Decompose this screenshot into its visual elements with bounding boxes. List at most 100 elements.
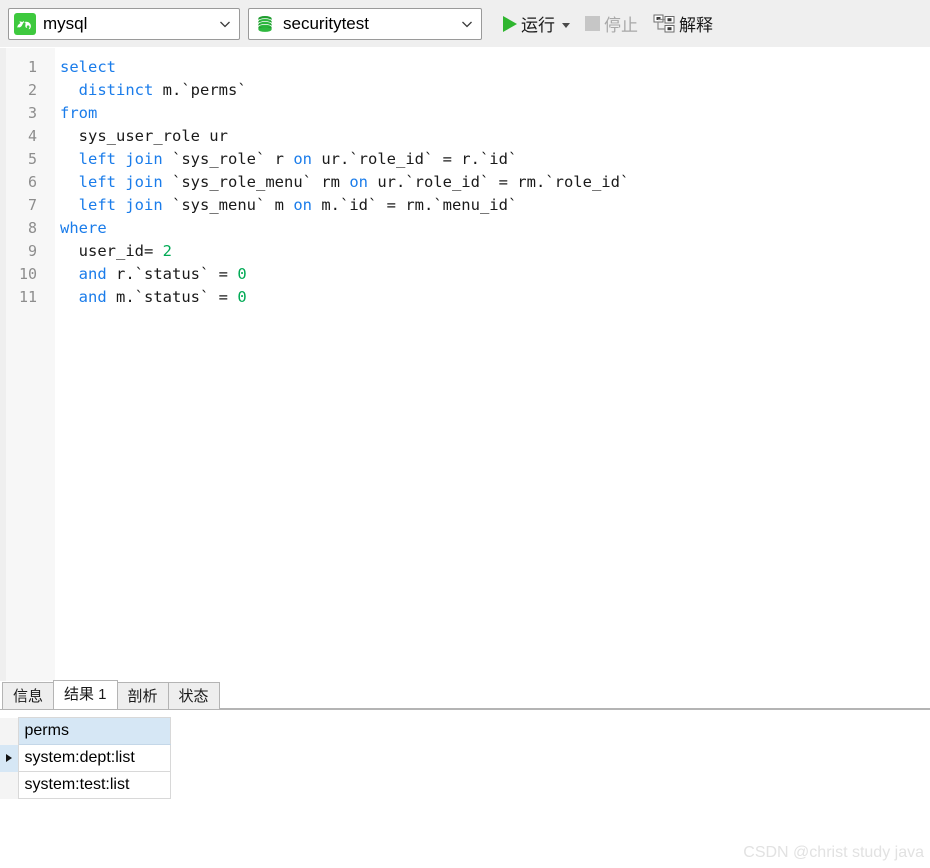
line-text: distinct m.`perms` [46, 79, 247, 102]
code-line[interactable]: 6 left join `sys_role_menu` rm on ur.`ro… [0, 171, 930, 194]
line-number: 8 [27, 219, 37, 237]
toolbar-actions: 运行 停止 解释 [496, 7, 716, 41]
code-token: where [60, 219, 107, 237]
current-row-arrow-icon [5, 754, 12, 762]
code-token: user_id= [60, 242, 163, 260]
line-text: from [46, 102, 97, 125]
code-token: left join [78, 196, 163, 214]
line-number: 11 [18, 288, 37, 306]
watermark-text: CSDN @christ study java [743, 844, 924, 861]
table-row[interactable]: system:test:list [0, 771, 171, 799]
grid-corner-cell [0, 717, 19, 745]
results-tab[interactable]: 状态 [167, 682, 220, 709]
connection-selector[interactable]: mysql [8, 7, 240, 40]
stop-button: 停止 [573, 7, 641, 41]
code-token: `sys_role_menu` rm [162, 173, 350, 191]
chevron-down-icon[interactable] [213, 17, 237, 31]
grid-header-row: perms [0, 717, 171, 745]
database-name: securitytest [283, 13, 369, 33]
results-tab[interactable]: 剖析 [116, 682, 169, 709]
line-number: 10 [18, 265, 37, 283]
code-token: 0 [237, 265, 247, 283]
line-text: select [46, 56, 116, 79]
results-tab[interactable]: 信息 [2, 682, 55, 709]
tabstrip-filler [218, 681, 930, 709]
database-selector[interactable]: securitytest [248, 7, 482, 40]
chevron-down-icon[interactable] [455, 17, 479, 31]
grid-column-header[interactable]: perms [17, 717, 171, 745]
code-token: and [78, 288, 107, 306]
code-token: on [349, 173, 368, 191]
database-cylinder-icon [254, 13, 276, 35]
run-button-label: 运行 [521, 16, 555, 35]
row-selector-cell[interactable] [0, 744, 19, 772]
stop-square-icon [585, 16, 600, 31]
connection-name: mysql [43, 13, 88, 33]
row-selector-cell[interactable] [0, 771, 19, 799]
toolbar: mysql securitytest 运行 停止 解释 [0, 0, 930, 48]
explain-button-label: 解释 [679, 16, 713, 35]
stop-button-label: 停止 [604, 16, 638, 35]
sql-editor[interactable]: 1 select 2 distinct m.`perms` 3 from 4 sys_us… [0, 48, 930, 681]
code-token: left join [78, 150, 163, 168]
line-number: 5 [27, 150, 37, 168]
code-line[interactable]: 5 left join `sys_role` r on ur.`role_id`… [0, 148, 930, 171]
code-token: on [293, 196, 312, 214]
line-number: 1 [27, 58, 37, 76]
code-line[interactable]: 8 where [0, 217, 930, 240]
explain-button[interactable]: 解释 [641, 7, 716, 41]
results-grid[interactable]: perms system:dept:list system:test:list [0, 717, 171, 799]
line-text: sys_user_role ur [46, 125, 228, 148]
code-line[interactable]: 9 user_id= 2 [0, 240, 930, 263]
code-token: from [60, 104, 98, 122]
grid-cell[interactable]: system:dept:list [17, 744, 171, 772]
grid-cell[interactable]: system:test:list [17, 771, 171, 799]
code-token: `sys_role` r [162, 150, 294, 168]
code-token: `sys_menu` m [162, 196, 294, 214]
code-token: ur.`role_id` = rm.`role_id` [367, 173, 630, 191]
line-text: user_id= 2 [46, 240, 172, 263]
code-token: m.`status` = [106, 288, 238, 306]
results-tabstrip: 信息 结果 1 剖析 状态 [0, 680, 930, 710]
line-text: and m.`status` = 0 [46, 286, 247, 309]
dropdown-caret-icon[interactable] [562, 22, 570, 28]
line-number: 9 [27, 242, 37, 260]
line-number: 7 [27, 196, 37, 214]
line-text: and r.`status` = 0 [46, 263, 247, 286]
code-token: ur.`role_id` = r.`id` [312, 150, 518, 168]
run-button[interactable]: 运行 [496, 7, 573, 41]
code-token: left join [78, 173, 163, 191]
code-line[interactable]: 7 left join `sys_menu` m on m.`id` = rm.… [0, 194, 930, 217]
sql-code-area[interactable]: 1 select 2 distinct m.`perms` 3 from 4 sys_us… [0, 48, 930, 309]
code-line[interactable]: 1 select [0, 56, 930, 79]
mysql-dolphin-icon [14, 12, 36, 35]
code-token: 0 [237, 288, 247, 306]
play-icon [503, 15, 517, 32]
table-row[interactable]: system:dept:list [0, 744, 171, 772]
line-text: where [46, 217, 107, 240]
code-token: select [60, 58, 116, 76]
code-line[interactable]: 11 and m.`status` = 0 [0, 286, 930, 309]
code-token: distinct [78, 81, 154, 99]
results-tab[interactable]: 结果 1 [53, 680, 118, 709]
code-token: sys_user_role ur [60, 127, 228, 145]
line-text: left join `sys_menu` m on m.`id` = rm.`m… [46, 194, 518, 217]
code-line[interactable]: 2 distinct m.`perms` [0, 79, 930, 102]
line-text: left join `sys_role` r on ur.`role_id` =… [46, 148, 518, 171]
code-line[interactable]: 3 from [0, 102, 930, 125]
code-token: r.`status` = [106, 265, 238, 283]
line-number: 6 [27, 173, 37, 191]
code-token: on [293, 150, 312, 168]
code-token: and [78, 265, 107, 283]
code-token: m.`perms` [153, 81, 247, 99]
code-token: 2 [162, 242, 172, 260]
code-token: m.`id` = rm.`menu_id` [312, 196, 518, 214]
code-line[interactable]: 10 and r.`status` = 0 [0, 263, 930, 286]
code-line[interactable]: 4 sys_user_role ur [0, 125, 930, 148]
